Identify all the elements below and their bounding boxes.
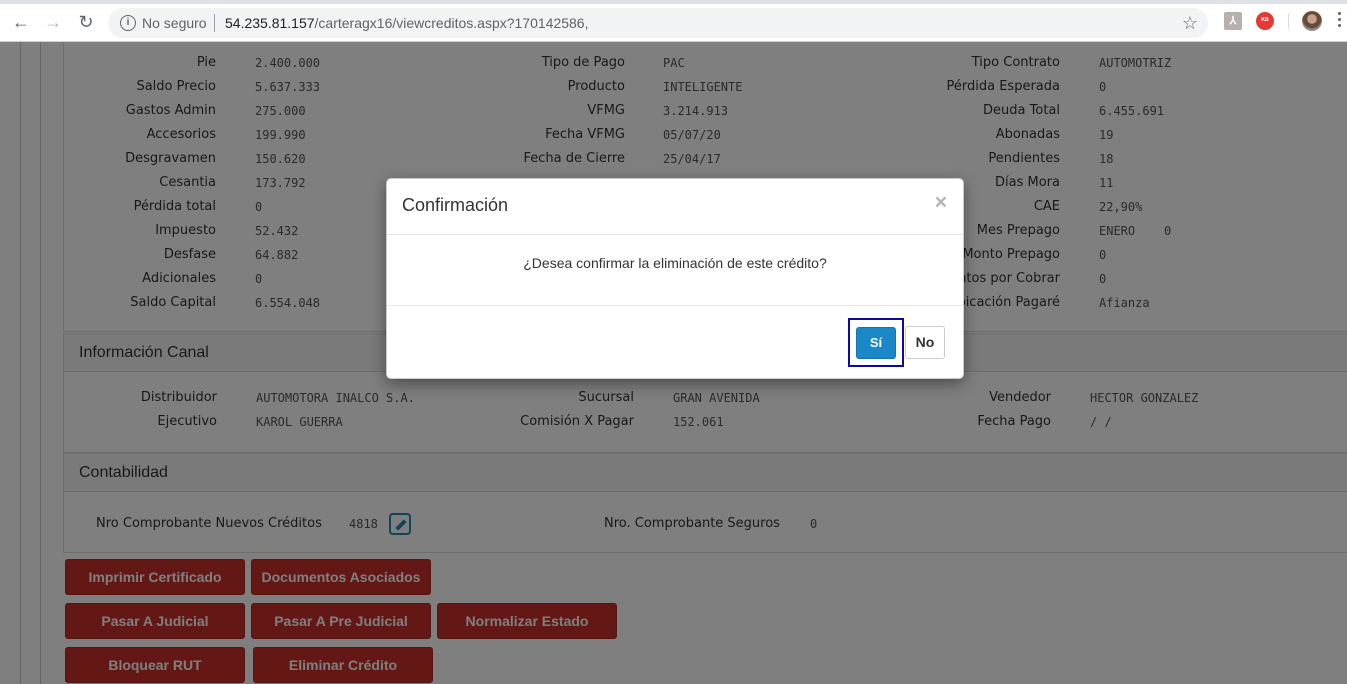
red-extension-icon[interactable]: ᴷᴮ (1256, 12, 1274, 30)
url-host: 54.235.81.157 (225, 15, 315, 31)
dialog-footer: Sí No (387, 306, 963, 378)
url-path: /carteragx16/viewcreditos.aspx?170142586… (314, 15, 589, 31)
toolbar-divider (1288, 13, 1289, 29)
forward-arrow-icon[interactable]: → (42, 11, 64, 33)
focus-highlight: Sí (848, 318, 904, 367)
pdf-extension-icon[interactable]: ⅄ (1224, 12, 1242, 30)
reload-icon[interactable]: ↻ (75, 11, 97, 33)
tab-strip (0, 0, 1347, 4)
info-icon[interactable]: i (120, 15, 136, 31)
back-arrow-icon[interactable]: ← (10, 11, 32, 33)
address-bar[interactable]: i No seguro 54.235.81.157/carteragx16/vi… (108, 8, 1208, 38)
dialog-title: Confirmación (402, 195, 509, 215)
security-label: No seguro (142, 15, 207, 31)
url-text[interactable]: 54.235.81.157/carteragx16/viewcreditos.a… (225, 15, 588, 31)
address-divider (214, 14, 215, 32)
dialog-header: Confirmación × (387, 179, 963, 235)
browser-toolbar: ← → ↻ i No seguro 54.235.81.157/carterag… (0, 0, 1347, 42)
confirmation-dialog: Confirmación × ¿Desea confirmar la elimi… (386, 178, 964, 379)
close-icon[interactable]: × (935, 191, 947, 215)
menu-dots-icon[interactable] (1338, 12, 1342, 30)
confirm-no-button[interactable]: No (905, 326, 945, 359)
dialog-message: ¿Desea confirmar la eliminación de este … (387, 235, 963, 306)
confirm-yes-button[interactable]: Sí (856, 327, 896, 359)
profile-avatar[interactable] (1302, 11, 1322, 31)
bookmark-star-icon[interactable]: ☆ (1182, 13, 1198, 34)
